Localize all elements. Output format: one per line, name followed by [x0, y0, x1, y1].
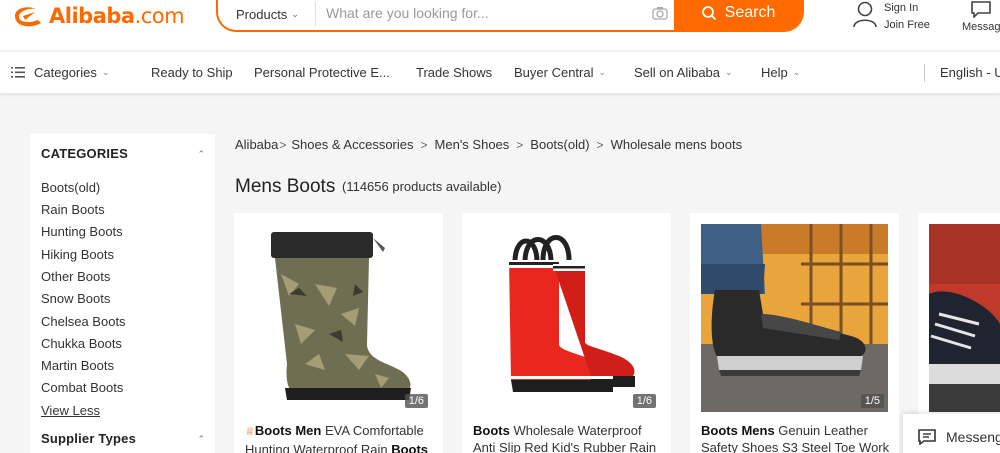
chevron-up-icon[interactable]: ⌃ — [197, 149, 205, 160]
image-count-badge: 1/5 — [860, 394, 884, 408]
product-title[interactable]: Boots Wholesale Waterproof Anti Slip Red … — [473, 422, 668, 453]
product-count: (114656 products available) — [342, 179, 502, 194]
message-icon — [971, 1, 992, 19]
nav-help[interactable]: Help ⌄ — [761, 65, 800, 80]
product-title[interactable]: Boots Mens Genuin Leather Safety Shoes S3… — [701, 422, 896, 453]
sidebar-item-other-boots[interactable]: Other Boots — [41, 269, 110, 284]
product-card[interactable]: 1/6 Boots Wholesale Waterproof Anti Slip … — [462, 213, 671, 453]
breadcrumb-alibaba[interactable]: Alibaba — [235, 137, 278, 152]
sign-in-link[interactable]: Sign In — [884, 0, 930, 17]
nav-buyer-central[interactable]: Buyer Central ⌄ — [514, 65, 606, 80]
alibaba-logo-icon — [15, 7, 41, 27]
chevron-right-icon: > — [516, 137, 524, 152]
product-image[interactable]: 1/6 — [473, 224, 660, 412]
alibaba-logo[interactable]: Alibaba.com — [11, 2, 185, 30]
chat-icon — [918, 428, 936, 445]
camera-icon[interactable] — [646, 0, 674, 30]
sidebar-item-martin-boots[interactable]: Martin Boots — [41, 358, 114, 373]
messenger-button[interactable]: Messeng — [903, 414, 1000, 453]
chevron-down-icon: ⌄ — [598, 67, 607, 77]
image-count-badge: 1/6 — [404, 394, 428, 408]
image-count-badge: 1/6 — [632, 394, 656, 408]
categories-heading: CATEGORIES — [41, 146, 128, 161]
sign-in-area[interactable]: Sign In Join Free — [852, 0, 930, 34]
user-icon — [853, 1, 877, 28]
nav-divider — [924, 64, 925, 82]
nav-language[interactable]: English - U — [940, 65, 1000, 80]
product-title[interactable]: ♕Boots Men EVA Comfortable Hunting Waterp… — [245, 422, 440, 453]
nav-trade-shows[interactable]: Trade Shows — [416, 65, 492, 80]
sidebar-item-boots-old[interactable]: Boots(old) — [41, 180, 100, 195]
chevron-right-icon: > — [420, 137, 428, 152]
view-less-link[interactable]: View Less — [41, 403, 100, 418]
nav-personal-protective[interactable]: Personal Protective E... — [254, 65, 390, 80]
chevron-right-icon: > — [596, 137, 604, 152]
breadcrumb-mens-shoes[interactable]: Men's Shoes — [435, 137, 510, 152]
breadcrumb-shoes-accessories[interactable]: Shoes & Accessories — [291, 137, 413, 152]
chevron-down-icon: ⌄ — [725, 67, 733, 77]
chevron-down-icon: ⌄ — [792, 67, 801, 77]
product-image[interactable] — [929, 224, 1000, 412]
search-input[interactable] — [316, 0, 646, 30]
sidebar-item-hunting-boots[interactable]: Hunting Boots — [41, 224, 123, 239]
main-nav: Categories ⌄ Ready to Ship Personal Prote… — [0, 51, 1000, 93]
breadcrumb-wholesale-mens-boots: Wholesale mens boots — [610, 137, 743, 152]
chevron-up-icon[interactable]: ⌃ — [197, 434, 205, 445]
product-card[interactable]: 1/5 Boots Mens Genuin Leather Safety Shoe… — [690, 213, 899, 453]
supplier-types-heading[interactable]: Supplier Types — [41, 431, 136, 446]
product-image[interactable]: 1/5 — [701, 224, 888, 412]
page-title: Mens Boots — [235, 176, 336, 197]
search-button[interactable]: Search — [674, 0, 802, 30]
product-card[interactable]: 1/6 ♕Boots Men EVA Comfortable Hunting Wa… — [234, 213, 443, 453]
nav-categories[interactable]: Categories ⌄ — [11, 65, 109, 80]
category-sidebar: CATEGORIES ⌃ Boots(old) Rain Boots Hunti… — [30, 134, 215, 453]
sidebar-item-combat-boots[interactable]: Combat Boots — [41, 380, 123, 395]
crown-icon: ♕ — [245, 426, 255, 438]
sidebar-item-chelsea-boots[interactable]: Chelsea Boots — [41, 314, 126, 329]
product-image[interactable]: 1/6 — [245, 224, 432, 412]
search-icon — [701, 6, 716, 21]
chevron-down-icon: ⌄ — [101, 67, 110, 77]
sidebar-item-hiking-boots[interactable]: Hiking Boots — [41, 247, 114, 262]
breadcrumb-boots-old[interactable]: Boots(old) — [530, 137, 589, 152]
nav-ready-to-ship[interactable]: Ready to Ship — [151, 65, 233, 80]
chevron-right-icon: > — [279, 137, 287, 152]
menu-icon — [11, 67, 25, 78]
nav-sell-on-alibaba[interactable]: Sell on Alibaba ⌄ — [634, 65, 733, 80]
search-category-select[interactable]: Products ⌄ — [218, 2, 316, 26]
sidebar-item-chukka-boots[interactable]: Chukka Boots — [41, 336, 122, 351]
search-bar: Products⌄ Search — [216, 0, 804, 32]
join-free-link[interactable]: Join Free — [884, 17, 930, 34]
top-header: Alibaba.com Products⌄ Search Sign In Joi… — [0, 0, 1000, 50]
breadcrumb: Alibaba > Shoes & Accessories > Men's Shoe… — [235, 137, 742, 152]
messages-button[interactable]: Messag — [962, 0, 1000, 33]
sidebar-item-snow-boots[interactable]: Snow Boots — [41, 291, 110, 306]
sidebar-item-rain-boots[interactable]: Rain Boots — [41, 202, 105, 217]
chevron-down-icon: ⌄ — [291, 8, 299, 19]
